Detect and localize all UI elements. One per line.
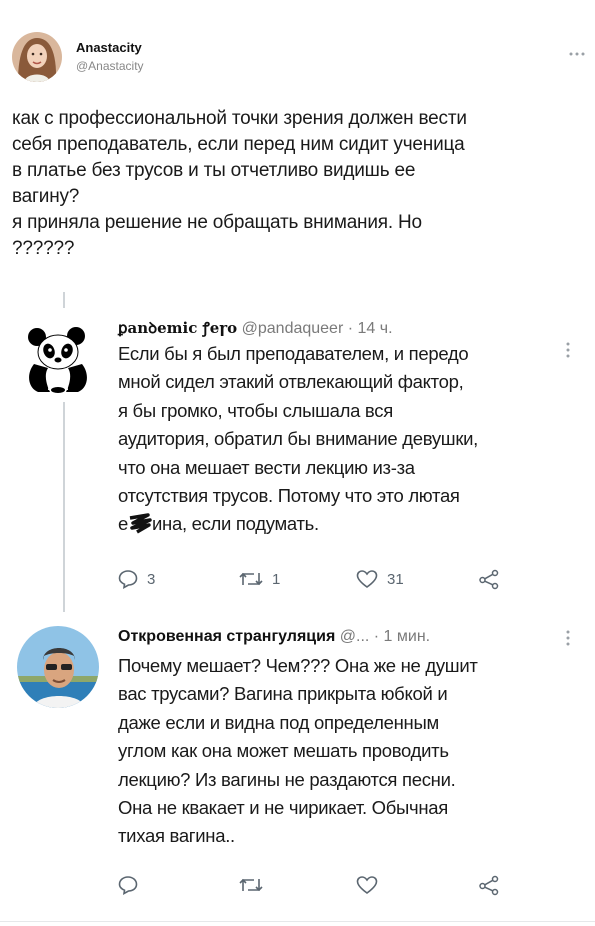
reply-text-line: тихая вагина.. [118, 825, 235, 847]
like-action[interactable] [355, 874, 379, 896]
share-action[interactable] [478, 568, 500, 590]
reply-author-avatar[interactable] [17, 626, 99, 708]
reply-time[interactable]: · 14 ч. [348, 320, 393, 337]
reply-author-handle[interactable]: @pandaqueer [242, 320, 344, 337]
reply-text-line: е ина, если подумать. [118, 510, 588, 542]
reply-action[interactable]: 3 [117, 568, 155, 590]
retweet-icon [238, 874, 264, 896]
tweet-text-line: в платье без трусов и ты отчетливо видиш… [12, 160, 416, 181]
reply-author-name[interactable]: ꝑanꝺemic ꝭeꞅo [118, 319, 237, 337]
reply-author-name[interactable]: Откровенная странгуляция [118, 628, 335, 645]
reply-header: Откровенная странгуляция @... · 1 мин. [118, 628, 430, 646]
tweet-text-line: ?????? [12, 238, 75, 259]
tweet-text-line: вагину? [12, 186, 80, 207]
retweet-count: 1 [272, 570, 281, 588]
main-tweet: Anastacity @Anastacity как с профессиона… [0, 0, 595, 290]
reply-author-handle[interactable]: @... [340, 628, 370, 645]
reply-text-line: я бы громко, чтобы слышала вся [118, 399, 393, 421]
reply-time[interactable]: · 1 мин. [374, 628, 430, 645]
censor-scribble-icon [128, 512, 152, 542]
reply-text-line: углом как она может мешать проводить [118, 740, 449, 762]
reply-text-fragment: е [118, 513, 128, 535]
bottom-divider [0, 921, 595, 922]
reply-text-line: отсутствия трусов. Потому что это лютая [118, 485, 460, 507]
reply-text: Почему мешает? Чем??? Она же не душит ва… [118, 652, 588, 851]
heart-icon [355, 568, 379, 590]
reply-text-line: Почему мешает? Чем??? Она же не душит [118, 655, 478, 676]
reply-header: ꝑanꝺemic ꝭeꞅo @pandaqueer · 14 ч. [118, 318, 393, 338]
tweet-text-line: я приняла решение не обращать внимания. … [12, 212, 422, 233]
retweet-action[interactable]: 1 [238, 568, 280, 590]
reply-text-fragment: ина, если подумать. [152, 513, 319, 535]
more-options-icon[interactable] [568, 44, 586, 62]
reply-text-line: даже если и видна под определенным [118, 711, 439, 733]
tweet-text: как с профессиональной точки зрения долж… [12, 106, 587, 262]
author-avatar[interactable] [12, 32, 62, 82]
like-count: 31 [387, 570, 404, 588]
reply-text-line: что она мешает вести лекцию из-за [118, 456, 415, 478]
reply-text-line: вас трусами? Вагина прикрыта юбкой и [118, 683, 448, 705]
comment-icon [117, 568, 139, 590]
reply-more-icon[interactable] [565, 630, 571, 651]
author-name[interactable]: Anastacity [76, 40, 142, 55]
reply-tweet[interactable]: ꝑanꝺemic ꝭeꞅo @pandaqueer · 14 ч. Если б… [0, 310, 595, 612]
reply-tweet[interactable]: Откровенная странгуляция @... · 1 мин. П… [0, 612, 595, 918]
reply-text-line: аудитория, обратил бы внимание девушки, [118, 428, 478, 450]
tweet-text-line: как с профессиональной точки зрения долж… [12, 108, 467, 129]
reply-text-line: лекцию? Из вагины не раздаются песни. [118, 768, 456, 790]
heart-icon [355, 874, 379, 896]
retweet-icon [238, 568, 264, 590]
reply-action[interactable] [117, 874, 139, 896]
reply-text-line: Если бы я был преподавателем, и передо [118, 343, 469, 364]
comment-icon [117, 874, 139, 896]
reply-text: Если бы я был преподавателем, и передо м… [118, 340, 588, 543]
reply-count: 3 [147, 570, 156, 588]
reply-text-line: мной сидел этакий отвлекающий фактор, [118, 371, 464, 393]
tweet-text-line: себя преподаватель, если перед ним сидит… [12, 134, 465, 155]
panda-avatar[interactable] [24, 324, 92, 394]
share-action[interactable] [478, 874, 500, 896]
author-handle[interactable]: @Anastacity [76, 59, 144, 73]
share-icon [478, 874, 500, 896]
thread-line [63, 292, 65, 308]
retweet-action[interactable] [238, 874, 264, 896]
share-icon [478, 568, 500, 590]
reply-text-line: Она не квакает и не чирикает. Обычная [118, 797, 448, 819]
thread-line [63, 402, 65, 612]
like-action[interactable]: 31 [355, 568, 404, 590]
